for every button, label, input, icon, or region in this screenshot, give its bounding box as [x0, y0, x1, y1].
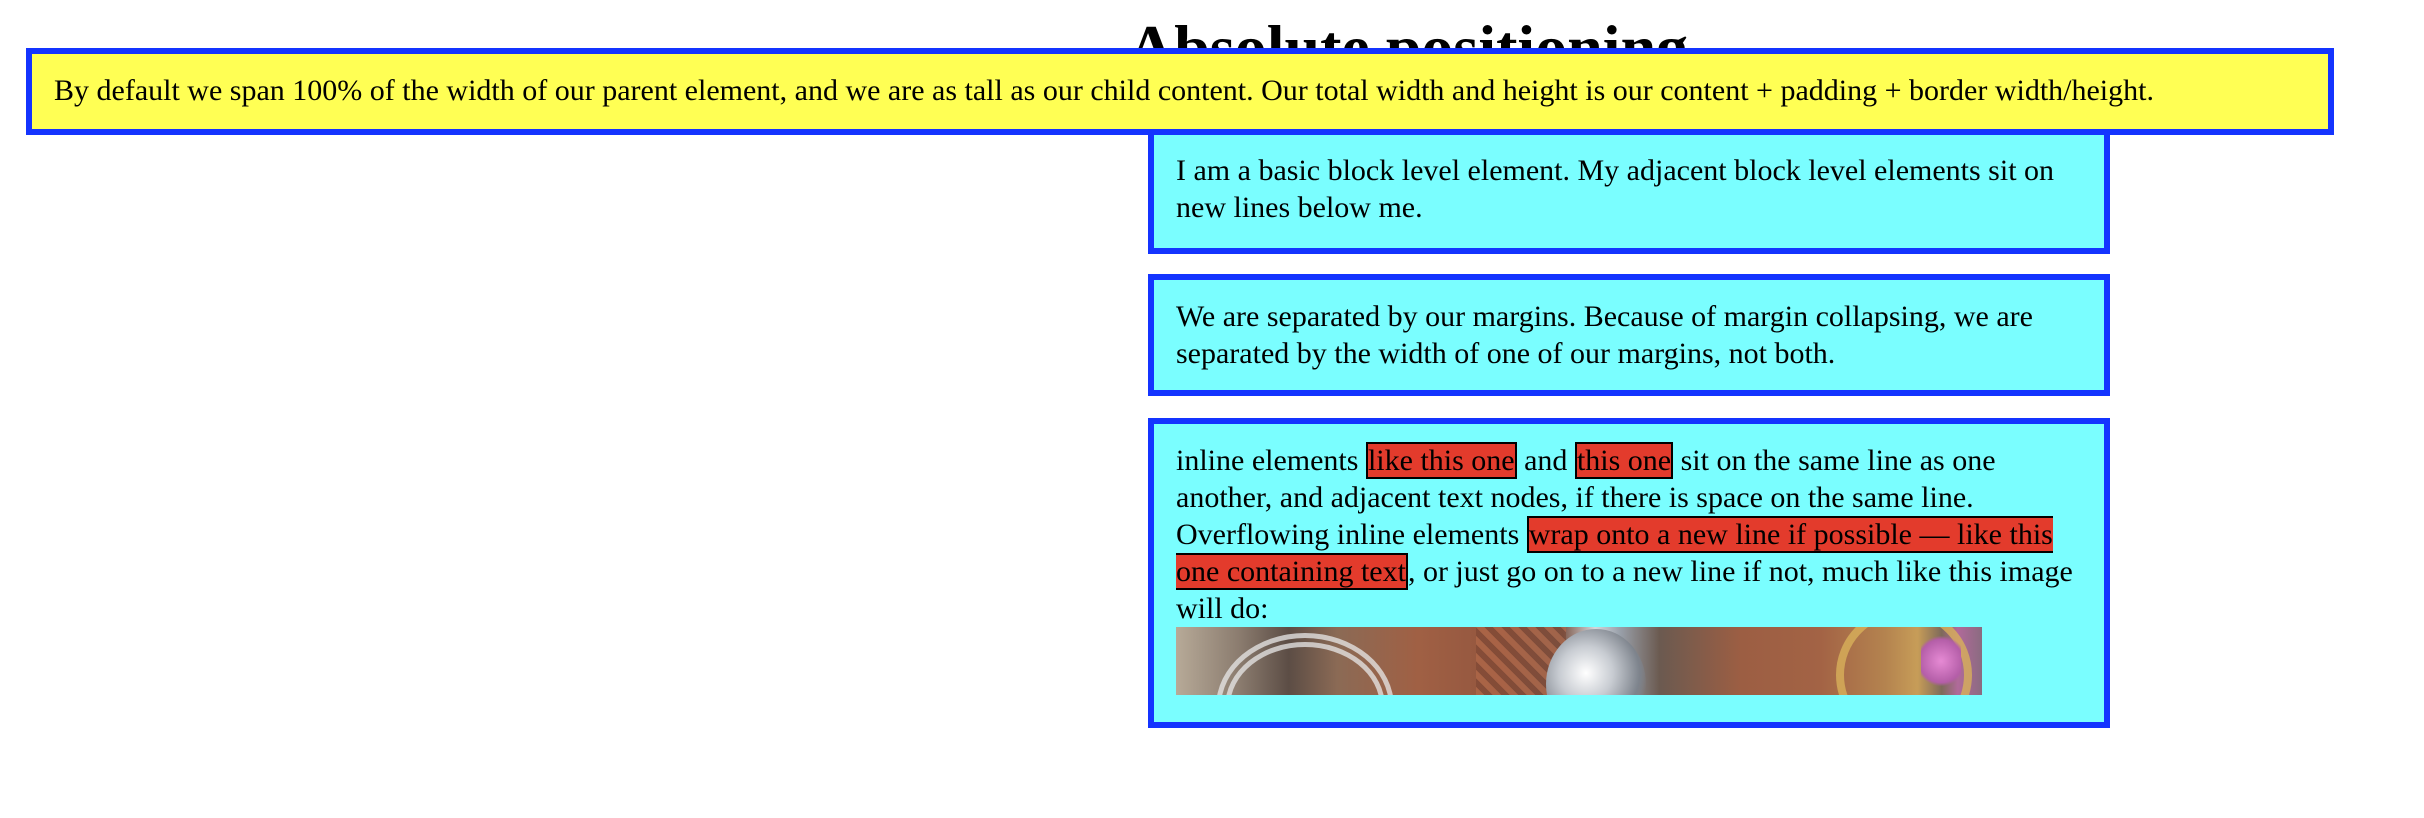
block-element-2: We are separated by our margins. Because… — [1148, 274, 2110, 396]
block-element-1: I am a basic block level element. My adj… — [1148, 134, 2110, 254]
block-element-3: inline elements like this one and this o… — [1148, 418, 2110, 728]
image-flower-detail — [1921, 631, 1961, 691]
block-element-1-text: I am a basic block level element. My adj… — [1176, 154, 2055, 224]
inline-element-1: like this one — [1365, 442, 1517, 479]
absolute-positioned-box: By default we span 100% of the width of … — [26, 48, 2334, 135]
page: Absolute positioning I am a basic block … — [0, 0, 2424, 818]
inline-element-2: this one — [1574, 442, 1674, 479]
block-element-2-text: We are separated by our margins. Because… — [1176, 300, 2033, 370]
image-coil-detail — [1216, 633, 1394, 695]
long-image — [1176, 627, 1982, 695]
inline-text-1: inline elements — [1176, 444, 1366, 477]
inline-paragraph: inline elements like this one and this o… — [1176, 442, 2082, 627]
inline-text-2: and — [1516, 444, 1575, 477]
absolute-box-text: By default we span 100% of the width of … — [54, 74, 2154, 107]
